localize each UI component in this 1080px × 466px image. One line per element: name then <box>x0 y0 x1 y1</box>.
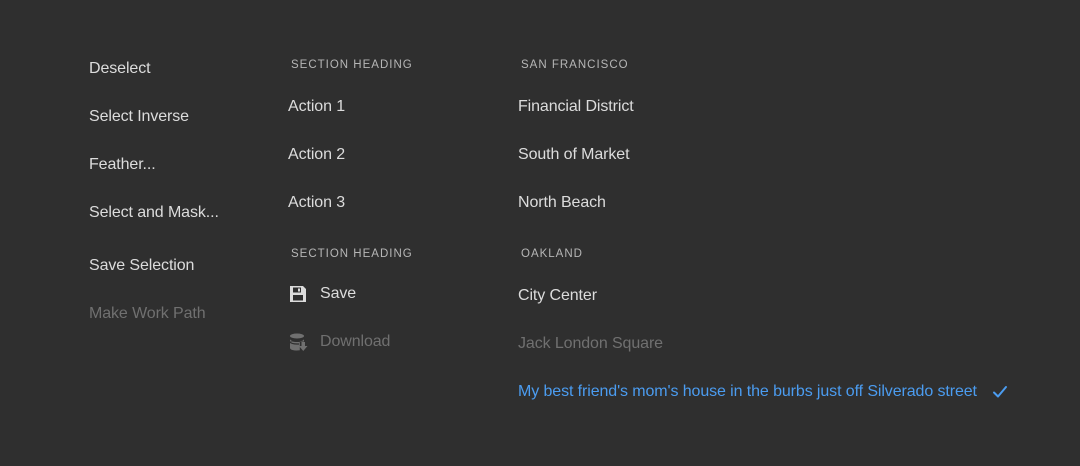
menu-item-deselect[interactable]: Deselect <box>89 58 151 80</box>
menu-item-action-2[interactable]: Action 2 <box>288 144 345 166</box>
menu-item-jack-london-square: Jack London Square <box>518 335 663 352</box>
menu-item-city-center[interactable]: City Center <box>518 285 597 307</box>
menu-item-save[interactable]: Save <box>288 283 356 305</box>
save-icon <box>288 284 308 304</box>
download-icon <box>288 332 308 352</box>
menu-item-label: My best friend's mom's house in the burb… <box>518 383 977 400</box>
menu-item-silverado-street[interactable]: My best friend's mom's house in the burb… <box>518 381 1009 403</box>
section-heading: SECTION HEADING <box>291 248 413 260</box>
menu-item-make-work-path: Make Work Path <box>89 305 206 322</box>
menu-item-label: Save <box>320 285 357 302</box>
menu-item-action-3[interactable]: Action 3 <box>288 192 345 214</box>
menu-item-action-1[interactable]: Action 1 <box>288 96 345 118</box>
menu-item-download: Download <box>288 331 390 353</box>
menu-item-select-inverse[interactable]: Select Inverse <box>89 106 189 128</box>
menu-item-south-of-market[interactable]: South of Market <box>518 144 630 166</box>
menu-item-north-beach[interactable]: North Beach <box>518 192 606 214</box>
menu-item-feather[interactable]: Feather... <box>89 154 156 176</box>
section-heading-san-francisco: SAN FRANCISCO <box>521 59 629 71</box>
menu-item-label: Download <box>320 333 391 350</box>
menu-item-select-and-mask[interactable]: Select and Mask... <box>89 202 219 224</box>
section-heading-oakland: OAKLAND <box>521 248 583 260</box>
menu-item-financial-district[interactable]: Financial District <box>518 96 634 118</box>
checkmark-icon <box>991 383 1009 401</box>
section-heading: SECTION HEADING <box>291 59 413 71</box>
menu-item-save-selection[interactable]: Save Selection <box>89 255 194 277</box>
